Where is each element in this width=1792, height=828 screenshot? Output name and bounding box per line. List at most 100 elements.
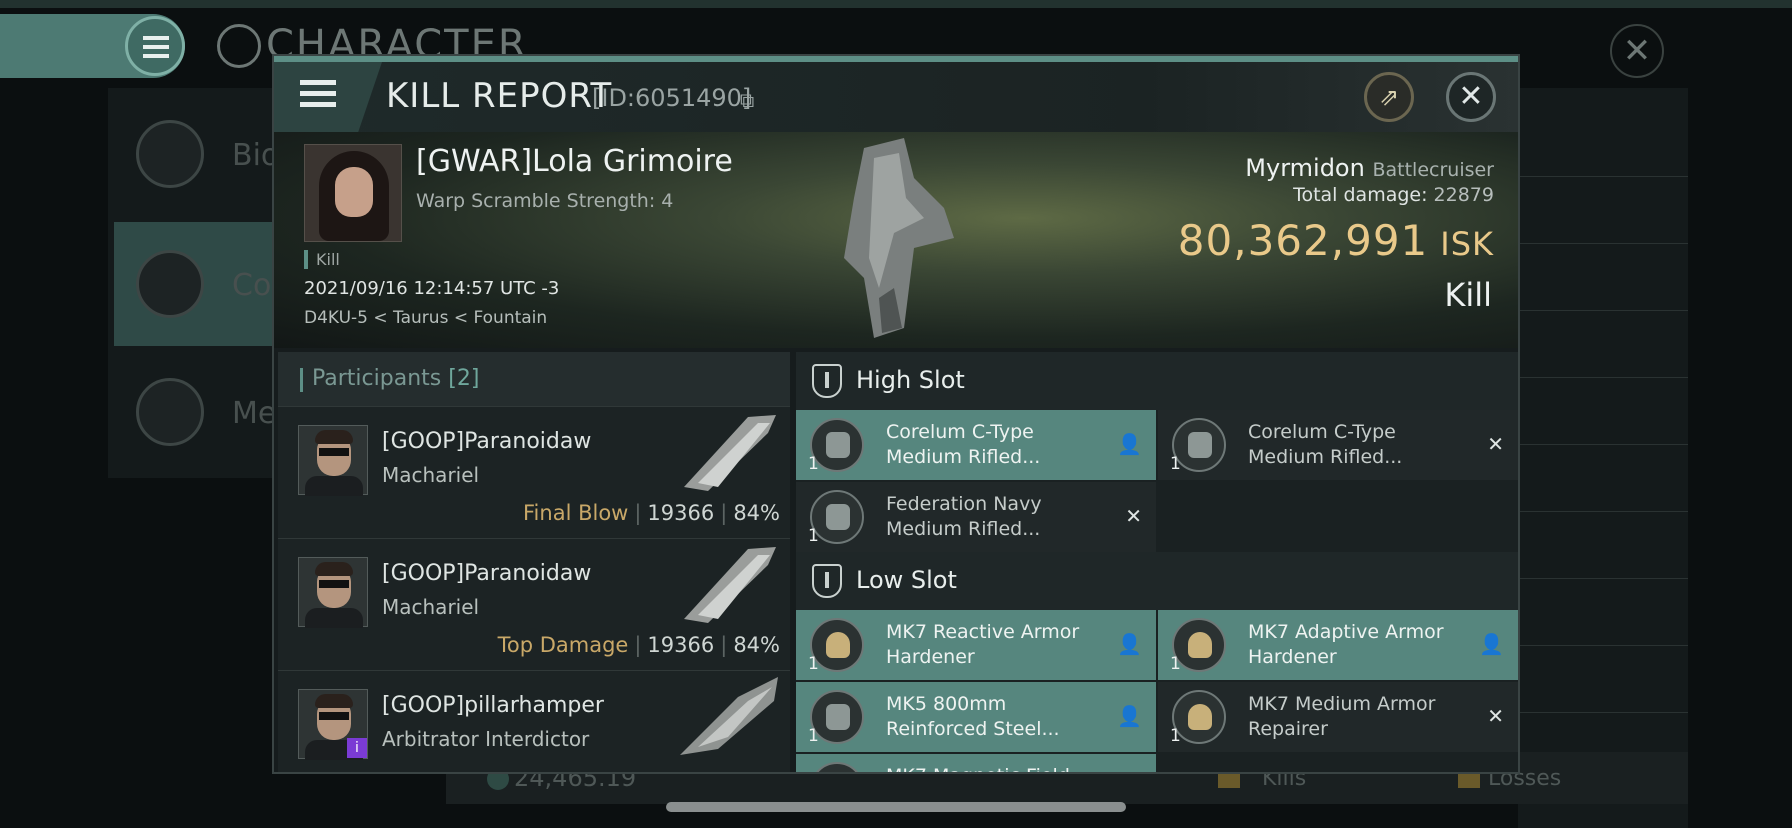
participant-role: Top Damage [497, 633, 629, 657]
victim-portrait[interactable] [304, 144, 402, 242]
avatar [298, 425, 368, 496]
participant-name: [GOOP]pillarhamper [382, 693, 604, 718]
fitting-panel: High Slot 1 Corelum C-Type Medium Rifled… [796, 352, 1518, 772]
module-quantity: 1 [808, 726, 819, 746]
participant-percent: 84% [733, 501, 780, 525]
info-badge-icon: i [347, 738, 367, 758]
close-button[interactable]: ✕ [1446, 72, 1496, 122]
participant-ship-image [680, 677, 778, 755]
participant-row[interactable]: i [GOOP]pillarhamper Arbitrator Interdic… [278, 670, 790, 772]
dropped-icon: 👤 [1117, 632, 1142, 656]
module-quantity: 1 [808, 526, 819, 546]
avatar [298, 557, 368, 628]
module-item[interactable]: 1 Federation Navy Medium Rifled... ✕ [796, 482, 1156, 552]
module-name: Corelum C-Type Medium Rifled... [886, 421, 1041, 468]
kill-location[interactable]: D4KU-5 < Taurus < Fountain [304, 308, 547, 328]
module-name: MK7 Reactive Armor Hardener [886, 621, 1080, 668]
destroyed-icon: ✕ [1487, 704, 1504, 728]
participant-percent: 84% [733, 633, 780, 657]
top-strip [0, 0, 1792, 8]
module-quantity: 1 [808, 454, 819, 474]
ship-class: Battlecruiser [1372, 159, 1494, 181]
swords-icon [136, 250, 204, 318]
warp-scramble-strength: Warp Scramble Strength: 4 [416, 190, 674, 212]
sidebar-item-label: Co [232, 268, 272, 303]
kill-report-title: KILL REPORT [386, 76, 613, 116]
module-name: MK7 Adaptive Armor Hardener [1248, 621, 1444, 668]
high-slot-label: High Slot [856, 366, 965, 394]
isk-unit: ISK [1440, 225, 1494, 263]
module-item[interactable]: 1 MK7 Adaptive Armor Hardener 👤 [1158, 610, 1518, 680]
total-damage: Total damage: 22879 [1293, 184, 1494, 206]
module-item[interactable]: 1 MK5 800mm Reinforced Steel... 👤 [796, 682, 1156, 752]
total-damage-value: 22879 [1433, 184, 1494, 206]
module-quantity: 1 [1170, 726, 1181, 746]
participant-ship: Machariel [382, 595, 480, 619]
sidebar-item-label: Me [232, 396, 277, 431]
module-name: Federation Navy Medium Rifled... [886, 493, 1042, 540]
isk-value: 80,362,991 ISK [1178, 216, 1494, 265]
high-slot-header: High Slot [796, 352, 1518, 410]
kill-report-id: [ID:6051490] [592, 84, 752, 112]
participant-ship: Machariel [382, 463, 480, 487]
module-item[interactable]: 1 Corelum C-Type Medium Rifled... 👤 [796, 410, 1156, 480]
participant-ship-image [684, 415, 776, 491]
module-name: Corelum C-Type Medium Rifled... [1248, 421, 1403, 468]
module-quantity: 1 [808, 654, 819, 674]
module-quantity: 1 [1170, 654, 1181, 674]
participants-count: [2] [448, 366, 480, 391]
share-button[interactable]: ⇗ [1364, 72, 1414, 122]
kill-result: Kill [1444, 276, 1492, 314]
close-icon: ✕ [1458, 79, 1484, 114]
participants-header: Participants [2] [278, 352, 790, 406]
module-name: MK7 Magnetic Field... [886, 764, 1106, 772]
participant-stats: Final Blow | 19366 | 84% [523, 501, 780, 525]
high-slot-icon [812, 364, 842, 398]
low-slot-label: Low Slot [856, 566, 957, 594]
participant-role: Final Blow [523, 501, 629, 525]
module-item[interactable]: 1 MK7 Reactive Armor Hardener 👤 [796, 610, 1156, 680]
participant-row[interactable]: [GOOP]Paranoidaw Machariel Final Blow | 19… [278, 406, 790, 538]
participants-label: Participants [312, 366, 442, 391]
background-menu-button[interactable] [125, 16, 185, 76]
participant-name: [GOOP]Paranoidaw [382, 429, 592, 454]
dropped-icon: 👤 [1117, 432, 1142, 456]
victim-name[interactable]: [GWAR]Lola Grimoire [416, 144, 733, 179]
home-indicator[interactable] [666, 802, 1126, 812]
kill-datetime: 2021/09/16 12:14:57 UTC -3 [304, 278, 560, 299]
character-icon [217, 24, 261, 68]
participants-panel: Participants [2] [GOOP]Paranoidaw Machar… [278, 352, 790, 772]
copy-icon[interactable]: ⧉ [740, 88, 754, 112]
total-damage-label: Total damage: [1293, 184, 1428, 206]
module-name: MK7 Medium Armor Repairer [1248, 693, 1436, 740]
background-close-button[interactable]: ✕ [1610, 24, 1664, 78]
destroyed-icon: ✕ [1487, 432, 1504, 456]
bio-icon [136, 120, 204, 188]
external-link-icon: ⇗ [1378, 83, 1400, 111]
dropped-icon: 👤 [1479, 632, 1504, 656]
kill-report-window: KILL REPORT [ID:6051490] ⧉ ⇗ ✕ [GWAR]Lol… [272, 54, 1520, 774]
avatar: i [298, 689, 368, 760]
star-icon [136, 378, 204, 446]
ship-name: Myrmidon [1245, 154, 1365, 182]
background-right-rows [1518, 110, 1688, 713]
participant-name: [GOOP]Paranoidaw [382, 561, 592, 586]
participant-ship-image [684, 547, 776, 623]
menu-icon [300, 80, 336, 113]
module-name: MK5 800mm Reinforced Steel... [886, 693, 1060, 740]
module-item[interactable]: 1 Corelum C-Type Medium Rifled... ✕ [1158, 410, 1518, 480]
low-slot-header: Low Slot [796, 552, 1518, 610]
kill-tag: Kill [304, 250, 340, 269]
low-slot-icon [812, 564, 842, 598]
participant-damage: 19366 [647, 501, 715, 525]
module-item[interactable]: 1 MK7 Medium Armor Repairer ✕ [1158, 682, 1518, 752]
victim-ship[interactable]: Myrmidon Battlecruiser [1245, 154, 1494, 182]
participant-damage: 19366 [647, 633, 715, 657]
magnetic-field-icon [810, 762, 864, 772]
module-item[interactable]: MK7 Magnetic Field... [796, 754, 1156, 772]
participant-ship: Arbitrator Interdictor [382, 727, 590, 751]
dropped-icon: 👤 [1117, 704, 1142, 728]
victim-ship-image [844, 138, 954, 338]
victim-header: [GWAR]Lola Grimoire Warp Scramble Streng… [274, 132, 1518, 348]
participant-row[interactable]: [GOOP]Paranoidaw Machariel Top Damage | 19… [278, 538, 790, 670]
